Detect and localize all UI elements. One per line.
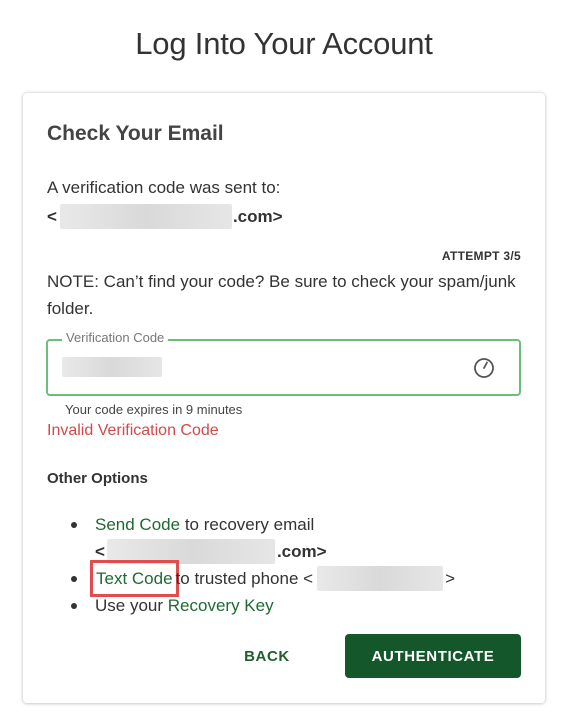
list-item: Text Code to trusted phone < >	[71, 560, 511, 597]
text-code-highlight: Text Code	[90, 560, 179, 597]
recovery-key-text: Use your	[95, 596, 164, 615]
back-button[interactable]: BACK	[228, 634, 306, 678]
spam-note: NOTE: Can’t find your code? Be sure to c…	[47, 272, 516, 318]
text-code-text: to trusted phone <	[175, 569, 314, 588]
other-options-title: Other Options	[47, 470, 148, 487]
send-code-link[interactable]: Send Code	[95, 515, 180, 534]
sent-text: A verification code was sent to:	[47, 178, 281, 197]
redacted-phone	[317, 566, 444, 591]
code-expiry-text: Your code expires in 9 minutes	[65, 402, 243, 417]
other-options-list: Send Code to recovery email < .com> Text…	[71, 511, 511, 619]
recovery-email: < .com>	[95, 538, 511, 565]
page-title: Log Into Your Account	[135, 26, 433, 61]
card-title: Check Your Email	[47, 122, 224, 145]
redacted-recovery-email	[106, 539, 275, 564]
redacted-email	[59, 204, 232, 229]
authenticate-button[interactable]: AUTHENTICATE	[345, 634, 521, 678]
attempt-counter: ATTEMPT 3/5	[441, 249, 521, 263]
verification-code-field[interactable]: Verification Code	[46, 330, 521, 396]
text-code-link[interactable]: Text Code	[96, 569, 173, 588]
recovery-key-link[interactable]: Recovery Key	[168, 596, 274, 615]
email-prefix: <	[47, 206, 57, 226]
email-suffix: .com>	[232, 206, 283, 226]
invalid-code-error: Invalid Verification Code	[47, 422, 219, 439]
send-code-text: to recovery email	[184, 515, 315, 534]
verification-code-label: Verification Code	[62, 330, 169, 345]
recovery-email-suffix: .com>	[276, 542, 327, 561]
phone-suffix: >	[445, 569, 456, 588]
verification-code-input[interactable]	[62, 357, 162, 377]
timer-icon	[473, 357, 495, 379]
login-card: Check Your Email A verification code was…	[23, 93, 545, 703]
list-item: Send Code to recovery email < .com>	[71, 511, 511, 565]
destination-email: < .com>	[47, 204, 283, 229]
list-item: Use your Recovery Key	[71, 592, 511, 619]
recovery-email-prefix: <	[95, 542, 105, 561]
